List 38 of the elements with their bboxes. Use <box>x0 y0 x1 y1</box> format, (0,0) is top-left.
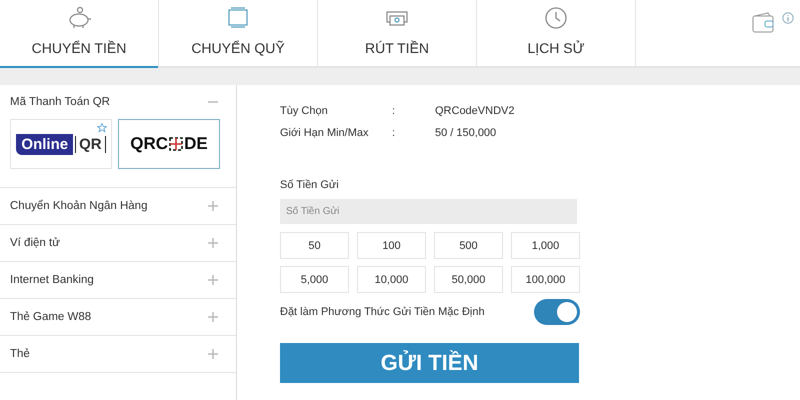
tab[interactable]: RÚT TIỀN <box>318 0 477 66</box>
amount-preset-button[interactable]: 10,000 <box>357 266 426 293</box>
logo-text: QR <box>75 136 106 152</box>
colon-separator: : <box>392 105 396 117</box>
amount-preset-button[interactable]: 1,000 <box>511 232 580 259</box>
qr-code-icon <box>169 137 184 151</box>
amount-input-field[interactable]: Số Tiền Gửi <box>280 199 577 224</box>
amount-preset-button[interactable]: 50,000 <box>434 266 503 293</box>
info-value: 50 / 150,000 <box>435 127 496 139</box>
toggle-label: Đặt làm Phương Thức Gửi Tiền Mặc Định <box>280 306 485 318</box>
sidebar-item[interactable]: Chuyển Khoản Ngân Hàng <box>0 188 236 225</box>
sidebar-item[interactable]: Internet Banking <box>0 262 236 299</box>
deposit-button[interactable]: GỬI TIỀN <box>280 343 579 383</box>
amount-preset-button[interactable]: 100 <box>357 232 426 259</box>
sidebar-item[interactable]: Thẻ <box>0 336 236 373</box>
info-icon[interactable] <box>782 12 794 24</box>
colon-separator: : <box>392 127 396 139</box>
amount-preset-button[interactable]: 500 <box>434 232 503 259</box>
tab[interactable]: CHUYỂN QUỸ <box>159 0 318 66</box>
amount-preset-button[interactable]: 100,000 <box>511 266 580 293</box>
tab[interactable]: CHUYỂN TIỀN <box>0 0 159 66</box>
logo-text: Online <box>16 134 74 154</box>
amount-preset-button[interactable]: 50 <box>280 232 349 259</box>
amount-preset-button[interactable]: 5,000 <box>280 266 349 293</box>
payment-option-card[interactable]: QRC DE <box>118 119 220 169</box>
payment-option-card[interactable]: Online QR <box>10 119 112 169</box>
sidebar-item[interactable]: Ví điện tử <box>0 225 236 262</box>
sidebar-item[interactable]: Thẻ Game W88 <box>0 299 236 336</box>
logo-text: QRC <box>130 134 168 154</box>
sidebar-item[interactable]: Mã Thanh Toán QR <box>0 85 236 119</box>
logo-text: DE <box>184 134 208 154</box>
field-label: Số Tiền Gửi <box>280 179 340 191</box>
info-label: Tùy Chọn <box>280 105 329 117</box>
info-value: QRCodeVNDV2 <box>435 105 514 117</box>
toggle-switch[interactable] <box>534 299 580 325</box>
wallet-icon[interactable] <box>752 12 776 34</box>
info-label: Giới Hạn Min/Max <box>280 127 370 139</box>
tab[interactable]: LỊCH SỬ <box>477 0 636 66</box>
